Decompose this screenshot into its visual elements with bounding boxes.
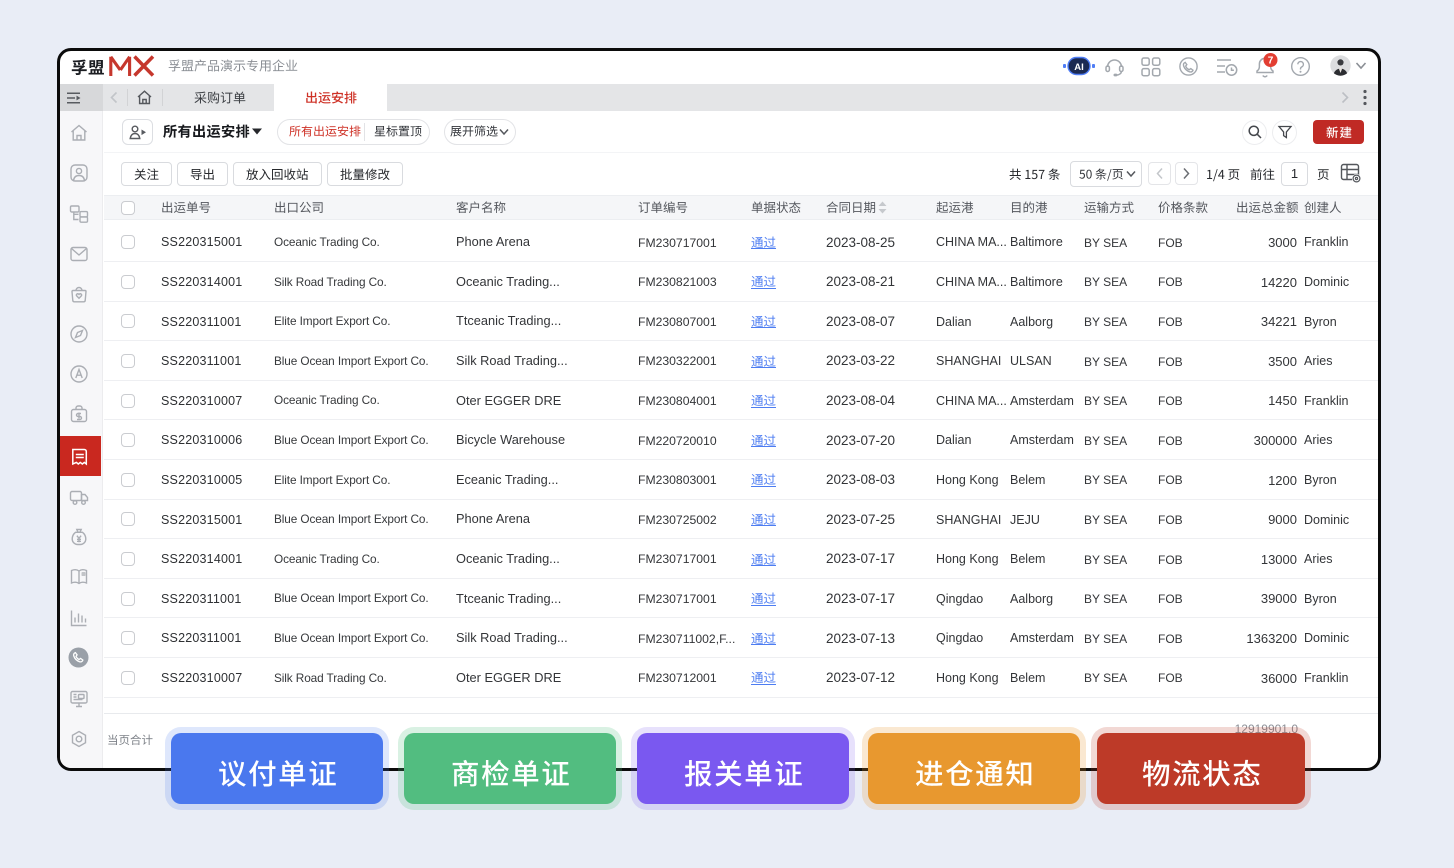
svg-text:7: 7: [1268, 55, 1274, 66]
svg-text:AI: AI: [1074, 62, 1084, 73]
